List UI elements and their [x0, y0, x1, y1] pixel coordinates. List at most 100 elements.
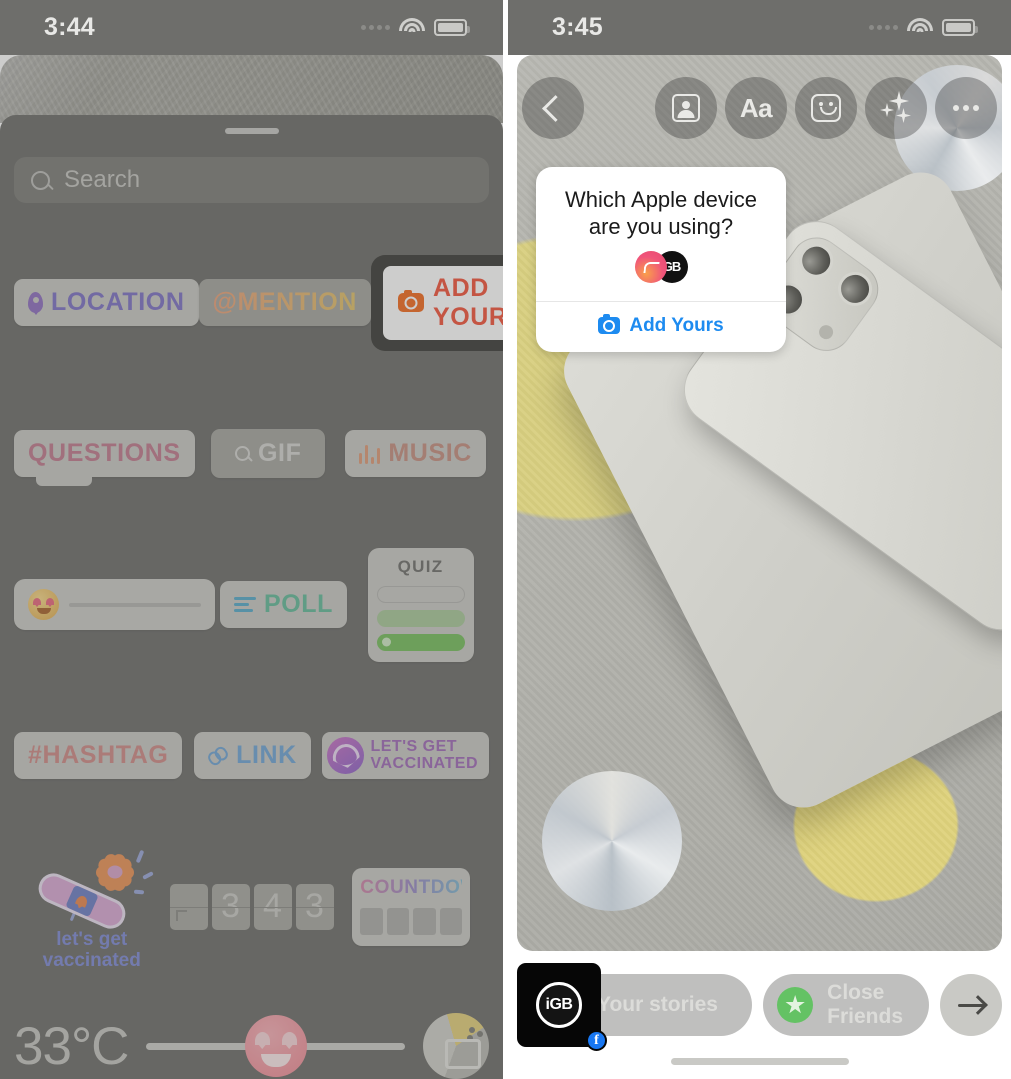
- sticker-row-5: let's get vaccinated 3 4 3 COUNTDOWN: [14, 831, 493, 982]
- right-phone-panel: Aa Which Apple device are you using? GB …: [508, 0, 1011, 1079]
- link-chain-icon: [205, 744, 231, 767]
- search-icon: [235, 446, 250, 461]
- story-photo-backdrop-left: [0, 55, 503, 123]
- sticker-button[interactable]: [795, 77, 857, 139]
- status-time: 3:44: [44, 13, 95, 41]
- poll-bars-icon: [233, 596, 256, 613]
- status-icons: [361, 18, 470, 37]
- flip-digit: [169, 883, 208, 930]
- sticker-vaccinated-art[interactable]: let's get vaccinated: [24, 844, 159, 971]
- back-button[interactable]: [522, 77, 584, 139]
- sticker-cell: QUIZ: [352, 547, 489, 662]
- camera-flash: [816, 322, 836, 342]
- your-story-card-button[interactable]: [655, 77, 717, 139]
- person-card-icon: [672, 94, 700, 122]
- status-time: 3:45: [552, 13, 603, 41]
- profile-avatar-tile[interactable]: iGB f: [517, 963, 607, 1051]
- facebook-badge-icon: f: [586, 1030, 607, 1051]
- vax-pill-text: LET'S GET VACCINATED: [370, 737, 478, 773]
- sticker-row-1: LOCATION @MENTION ADD YOUR: [14, 227, 503, 378]
- sticker-row-2: QUESTIONS GIF MUSIC: [14, 378, 489, 529]
- sticker-lets-get-vaccinated[interactable]: LET'S GET VACCINATED: [322, 732, 489, 779]
- sticker-row-4: #HASHTAG LINK LET'S GET VACCINATED: [14, 680, 489, 831]
- sticker-poll[interactable]: POLL: [219, 581, 348, 628]
- search-placeholder: Search: [64, 166, 141, 193]
- back-chevron-icon: [542, 94, 569, 122]
- sticker-location[interactable]: LOCATION: [14, 279, 199, 326]
- text-button[interactable]: Aa: [725, 77, 787, 139]
- sticker-add-yours[interactable]: ADD YOURS: [382, 265, 503, 340]
- camera-lens: [831, 265, 879, 313]
- add-yours-avatars: GB: [536, 247, 786, 301]
- sticker-add-yours-highlight[interactable]: ADD YOURS: [370, 254, 503, 351]
- sticker-row-partial: 33°C: [14, 1013, 489, 1079]
- sticker-cell: [14, 579, 215, 630]
- story-toolbar-actions: Aa: [655, 77, 997, 139]
- home-indicator: [670, 1058, 849, 1065]
- sticker-cell: #HASHTAG: [14, 732, 183, 779]
- sticker-row-3: POLL QUIZ: [14, 529, 489, 680]
- battery-icon: [434, 19, 470, 36]
- status-bar-left: 3:44: [0, 0, 503, 55]
- effects-button[interactable]: [865, 77, 927, 139]
- vax-pill-line1: LET'S GET: [370, 737, 458, 755]
- quiz-option-2: [376, 609, 465, 627]
- sticker-gif[interactable]: GIF: [211, 429, 326, 478]
- heart-ribbon-icon: [327, 737, 365, 774]
- sticker-cell: LET'S GET VACCINATED: [322, 732, 489, 779]
- sticker-gif-label: GIF: [258, 439, 302, 467]
- cd-disc-decor: [542, 771, 682, 911]
- vax-pill-line2: VACCINATED: [370, 754, 478, 772]
- sparkle-mark: [134, 889, 145, 894]
- sticker-quiz[interactable]: QUIZ: [367, 547, 474, 662]
- green-star-icon: [777, 987, 814, 1023]
- story-composer: Aa Which Apple device are you using? GB …: [508, 55, 1011, 1079]
- sticker-mention[interactable]: @MENTION: [198, 279, 371, 326]
- send-button[interactable]: [940, 974, 1002, 1036]
- sticker-link-label: LINK: [236, 741, 297, 769]
- sticker-search-input[interactable]: Search: [14, 157, 489, 203]
- sticker-questions-label: QUESTIONS: [28, 439, 181, 467]
- sticker-hashtag[interactable]: #HASHTAG: [14, 732, 183, 779]
- emoji-slider-track[interactable]: [69, 602, 201, 607]
- vax-art-line1: let's get: [56, 929, 128, 951]
- wifi-icon: [907, 18, 933, 37]
- add-yours-sticker-card[interactable]: Which Apple device are you using? GB Add…: [536, 167, 786, 352]
- sticker-cell: @MENTION: [198, 279, 371, 326]
- sticker-temperature[interactable]: 33°C: [14, 1016, 129, 1077]
- signal-dots-icon: [869, 25, 898, 30]
- signal-dots-icon: [361, 25, 390, 30]
- photo-sticker-icon[interactable]: [423, 1013, 489, 1079]
- sticker-flip-clock[interactable]: 3 4 3: [169, 883, 334, 930]
- sticker-cell: QUESTIONS: [14, 430, 195, 486]
- arrow-right-icon: [958, 1003, 984, 1007]
- sticker-mention-label: @MENTION: [212, 288, 357, 316]
- add-yours-cta[interactable]: Add Yours: [536, 302, 786, 352]
- sticker-emoji-slider-large[interactable]: [146, 1015, 405, 1077]
- sticker-poll-label: POLL: [263, 590, 334, 618]
- sticker-cell: MUSIC: [342, 430, 489, 477]
- sticker-link[interactable]: LINK: [194, 732, 311, 779]
- waveform-icon: [358, 444, 381, 464]
- sticker-cell: LOCATION: [14, 279, 199, 326]
- more-button[interactable]: [935, 77, 997, 139]
- heart-eyes-emoji-icon: [28, 589, 59, 620]
- screenshot-root: Search LOCATION @MENTION ADD YOUR QUESTI…: [0, 0, 1011, 1079]
- sticker-emoji-slider[interactable]: [14, 579, 215, 630]
- more-dots-icon: [953, 105, 979, 111]
- sticker-countdown[interactable]: COUNTDOWN: [352, 867, 493, 946]
- left-phone-panel: Search LOCATION @MENTION ADD YOUR QUESTI…: [0, 0, 503, 1079]
- sheet-drag-handle[interactable]: [224, 128, 279, 134]
- status-icons: [869, 18, 978, 37]
- close-friends-label: Close Friends: [827, 981, 904, 1028]
- vax-art-text: let's get vaccinated: [24, 930, 159, 971]
- quiz-option-3-correct: [376, 633, 465, 651]
- sparkles-icon: [880, 91, 912, 123]
- sticker-cell: COUNTDOWN: [334, 867, 493, 946]
- sticker-questions[interactable]: QUESTIONS: [14, 430, 195, 486]
- sticker-music[interactable]: MUSIC: [344, 430, 486, 477]
- sticker-cell: GIF: [195, 429, 342, 478]
- sticker-location-label: LOCATION: [51, 288, 185, 316]
- sticker-hashtag-label: #HASHTAG: [28, 741, 169, 769]
- close-friends-button[interactable]: Close Friends: [763, 974, 929, 1036]
